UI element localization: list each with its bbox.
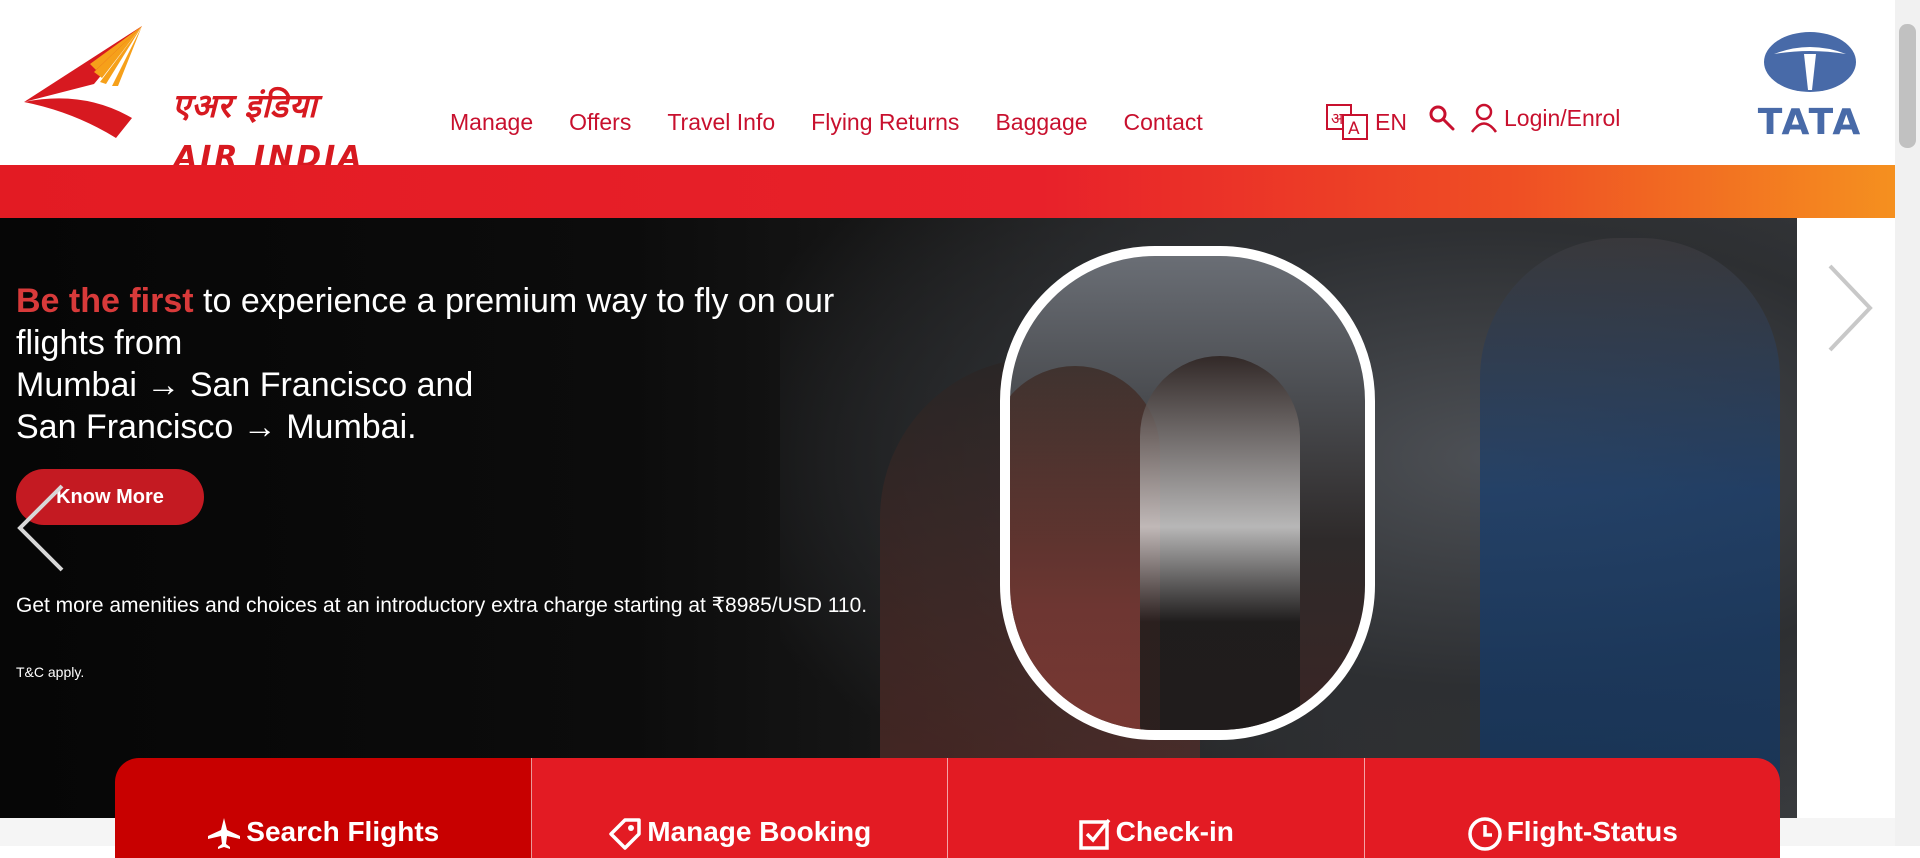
site-header: एअर इंडिया AIR INDIA Manage Offers Trave… bbox=[0, 0, 1895, 175]
clock-icon bbox=[1467, 816, 1503, 852]
tab-search-flights[interactable]: Search Flights bbox=[115, 758, 532, 858]
nav-baggage[interactable]: Baggage bbox=[995, 109, 1087, 136]
user-icon bbox=[1470, 103, 1498, 133]
tab-check-in[interactable]: Check-in bbox=[948, 758, 1365, 858]
hero-amenities-text: Get more amenities and choices at an int… bbox=[16, 594, 868, 617]
window-passenger-figure bbox=[1010, 366, 1160, 730]
svg-text:A: A bbox=[1348, 119, 1360, 139]
hero-route-line2: San Francisco → Mumbai. bbox=[16, 408, 417, 446]
carousel-prev-button[interactable] bbox=[14, 482, 66, 579]
language-selector[interactable]: अ A EN bbox=[1325, 103, 1407, 141]
hero-banner: Be the first to experience a premium way… bbox=[0, 218, 1797, 818]
tata-wordmark: TATA bbox=[1757, 102, 1863, 143]
search-icon bbox=[1429, 105, 1455, 131]
nav-offers[interactable]: Offers bbox=[569, 109, 631, 136]
window-passenger-figure-2 bbox=[1140, 356, 1300, 730]
nav-flying-returns[interactable]: Flying Returns bbox=[811, 109, 959, 136]
tata-logo[interactable]: TATA bbox=[1748, 30, 1872, 143]
tab-manage-booking[interactable]: Manage Booking bbox=[531, 758, 948, 858]
tab-flight-status-label: Flight-Status bbox=[1506, 816, 1678, 847]
checkbox-icon bbox=[1078, 816, 1112, 850]
logo-hindi-text: एअर इंडिया bbox=[172, 86, 318, 125]
chevron-left-icon bbox=[17, 484, 64, 572]
hero-route-line1: Mumbai → San Francisco and bbox=[16, 366, 474, 404]
hero-tnc-text: T&C apply. bbox=[16, 664, 85, 680]
hero-window-frame bbox=[1000, 246, 1375, 740]
nav-contact[interactable]: Contact bbox=[1124, 109, 1203, 136]
chevron-right-icon bbox=[1828, 264, 1873, 352]
plane-icon bbox=[206, 816, 242, 850]
main-nav: Manage Offers Travel Info Flying Returns… bbox=[450, 109, 1203, 136]
hero-headline-accent: Be the first bbox=[16, 282, 194, 320]
login-label: Login/Enrol bbox=[1504, 104, 1621, 131]
hero-headline: Be the first to experience a premium way… bbox=[16, 280, 896, 448]
tab-manage-booking-label: Manage Booking bbox=[647, 816, 872, 847]
carousel-next-button[interactable] bbox=[1826, 262, 1874, 359]
tab-check-in-label: Check-in bbox=[1115, 816, 1234, 847]
maharaja-swirl-icon bbox=[24, 26, 142, 138]
language-label: EN bbox=[1375, 108, 1407, 135]
tab-search-flights-label: Search Flights bbox=[246, 816, 440, 847]
tab-flight-status[interactable]: Flight-Status bbox=[1364, 758, 1780, 858]
nav-travel-info[interactable]: Travel Info bbox=[667, 109, 775, 136]
tata-emblem-icon bbox=[1764, 32, 1856, 92]
page-scrollbar[interactable] bbox=[1895, 0, 1920, 846]
hero-crew-figure bbox=[1480, 238, 1780, 798]
air-india-logo[interactable]: एअर इंडिया AIR INDIA bbox=[24, 26, 404, 175]
scrollbar-thumb[interactable] bbox=[1899, 24, 1916, 148]
search-button[interactable] bbox=[1428, 104, 1456, 137]
login-button[interactable]: Login/Enrol bbox=[1470, 103, 1620, 133]
brand-gradient-bar bbox=[0, 165, 1895, 218]
booking-tabs: Search Flights Manage Booking Check-in F… bbox=[115, 758, 1780, 858]
tag-icon bbox=[607, 816, 643, 850]
nav-manage[interactable]: Manage bbox=[450, 109, 533, 136]
translate-icon: अ A bbox=[1326, 104, 1368, 140]
